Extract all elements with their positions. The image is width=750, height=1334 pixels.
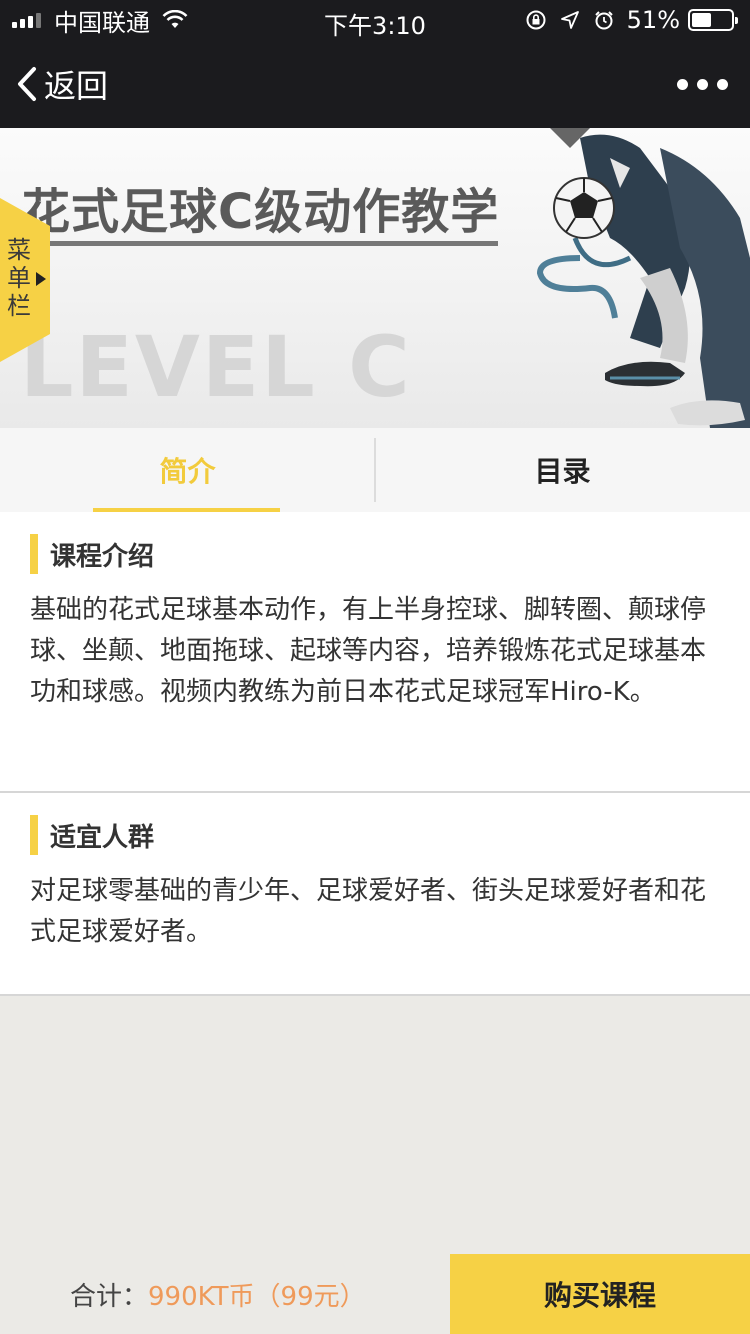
banner-level-text: LEVEL C (20, 318, 412, 416)
banner-title: 花式足球C级动作教学 (22, 184, 500, 240)
course-banner: 花式足球C级动作教学 LEVEL C 菜单栏 (0, 128, 750, 428)
chevron-left-icon (18, 67, 36, 101)
total-label: 合计： (70, 1281, 149, 1312)
tab-divider (374, 438, 376, 502)
course-content: 课程介绍 基础的花式足球基本动作，有上半身控球、脚转圈、颠球停球、坐颠、地面拖球… (0, 512, 750, 996)
alarm-icon (594, 11, 613, 30)
nav-bar: 返回 (0, 40, 750, 128)
tab-intro-label: 简介 (159, 455, 216, 488)
section-title: 适宜人群 (50, 822, 155, 853)
menu-label: 菜单栏 (7, 236, 31, 320)
status-bar: 中国联通 下午3:10 51% (0, 0, 750, 40)
section-body: 对足球零基础的青少年、足球爱好者、街头足球爱好者和花式足球爱好者。 (30, 876, 707, 947)
location-icon (560, 11, 579, 29)
section-course-intro: 课程介绍 基础的花式足球基本动作，有上半身控球、脚转圈、颠球停球、坐颠、地面拖球… (0, 512, 750, 793)
back-label: 返回 (44, 67, 109, 105)
total-price: 合计： 990KT币（99元） (70, 1254, 366, 1334)
triangle-right-icon (36, 272, 46, 286)
purchase-footer: 合计： 990KT币（99元） 购买课程 (0, 1254, 750, 1334)
section-audience: 适宜人群 对足球零基础的青少年、足球爱好者、街头足球爱好者和花式足球爱好者。 (0, 793, 750, 996)
menu-sidebar-toggle[interactable]: 菜单栏 (0, 198, 50, 362)
buy-course-button[interactable]: 购买课程 (450, 1254, 750, 1334)
section-title: 课程介绍 (50, 541, 155, 572)
football-player-illustration (536, 128, 750, 428)
back-button[interactable]: 返回 (16, 60, 108, 108)
tab-catalog-label: 目录 (534, 455, 591, 488)
section-header: 适宜人群 (30, 815, 720, 855)
section-header: 课程介绍 (30, 534, 720, 574)
more-dots-icon (677, 78, 688, 90)
price-value: 990KT币（99元） (148, 1281, 366, 1312)
section-accent-bar (30, 815, 38, 855)
section-body: 基础的花式足球基本动作，有上半身控球、脚转圈、颠球停球、坐颠、地面拖球、起球等内… (30, 595, 707, 707)
tab-catalog[interactable]: 目录 (375, 428, 750, 512)
battery-percent: 51% (626, 6, 680, 34)
more-options-button[interactable] (677, 70, 728, 98)
status-right: 51% (513, 6, 738, 34)
tab-intro[interactable]: 简介 (0, 428, 375, 512)
banner-underline (22, 241, 498, 246)
battery-icon (688, 9, 738, 31)
section-accent-bar (30, 534, 38, 574)
rotation-lock-icon (526, 10, 546, 30)
